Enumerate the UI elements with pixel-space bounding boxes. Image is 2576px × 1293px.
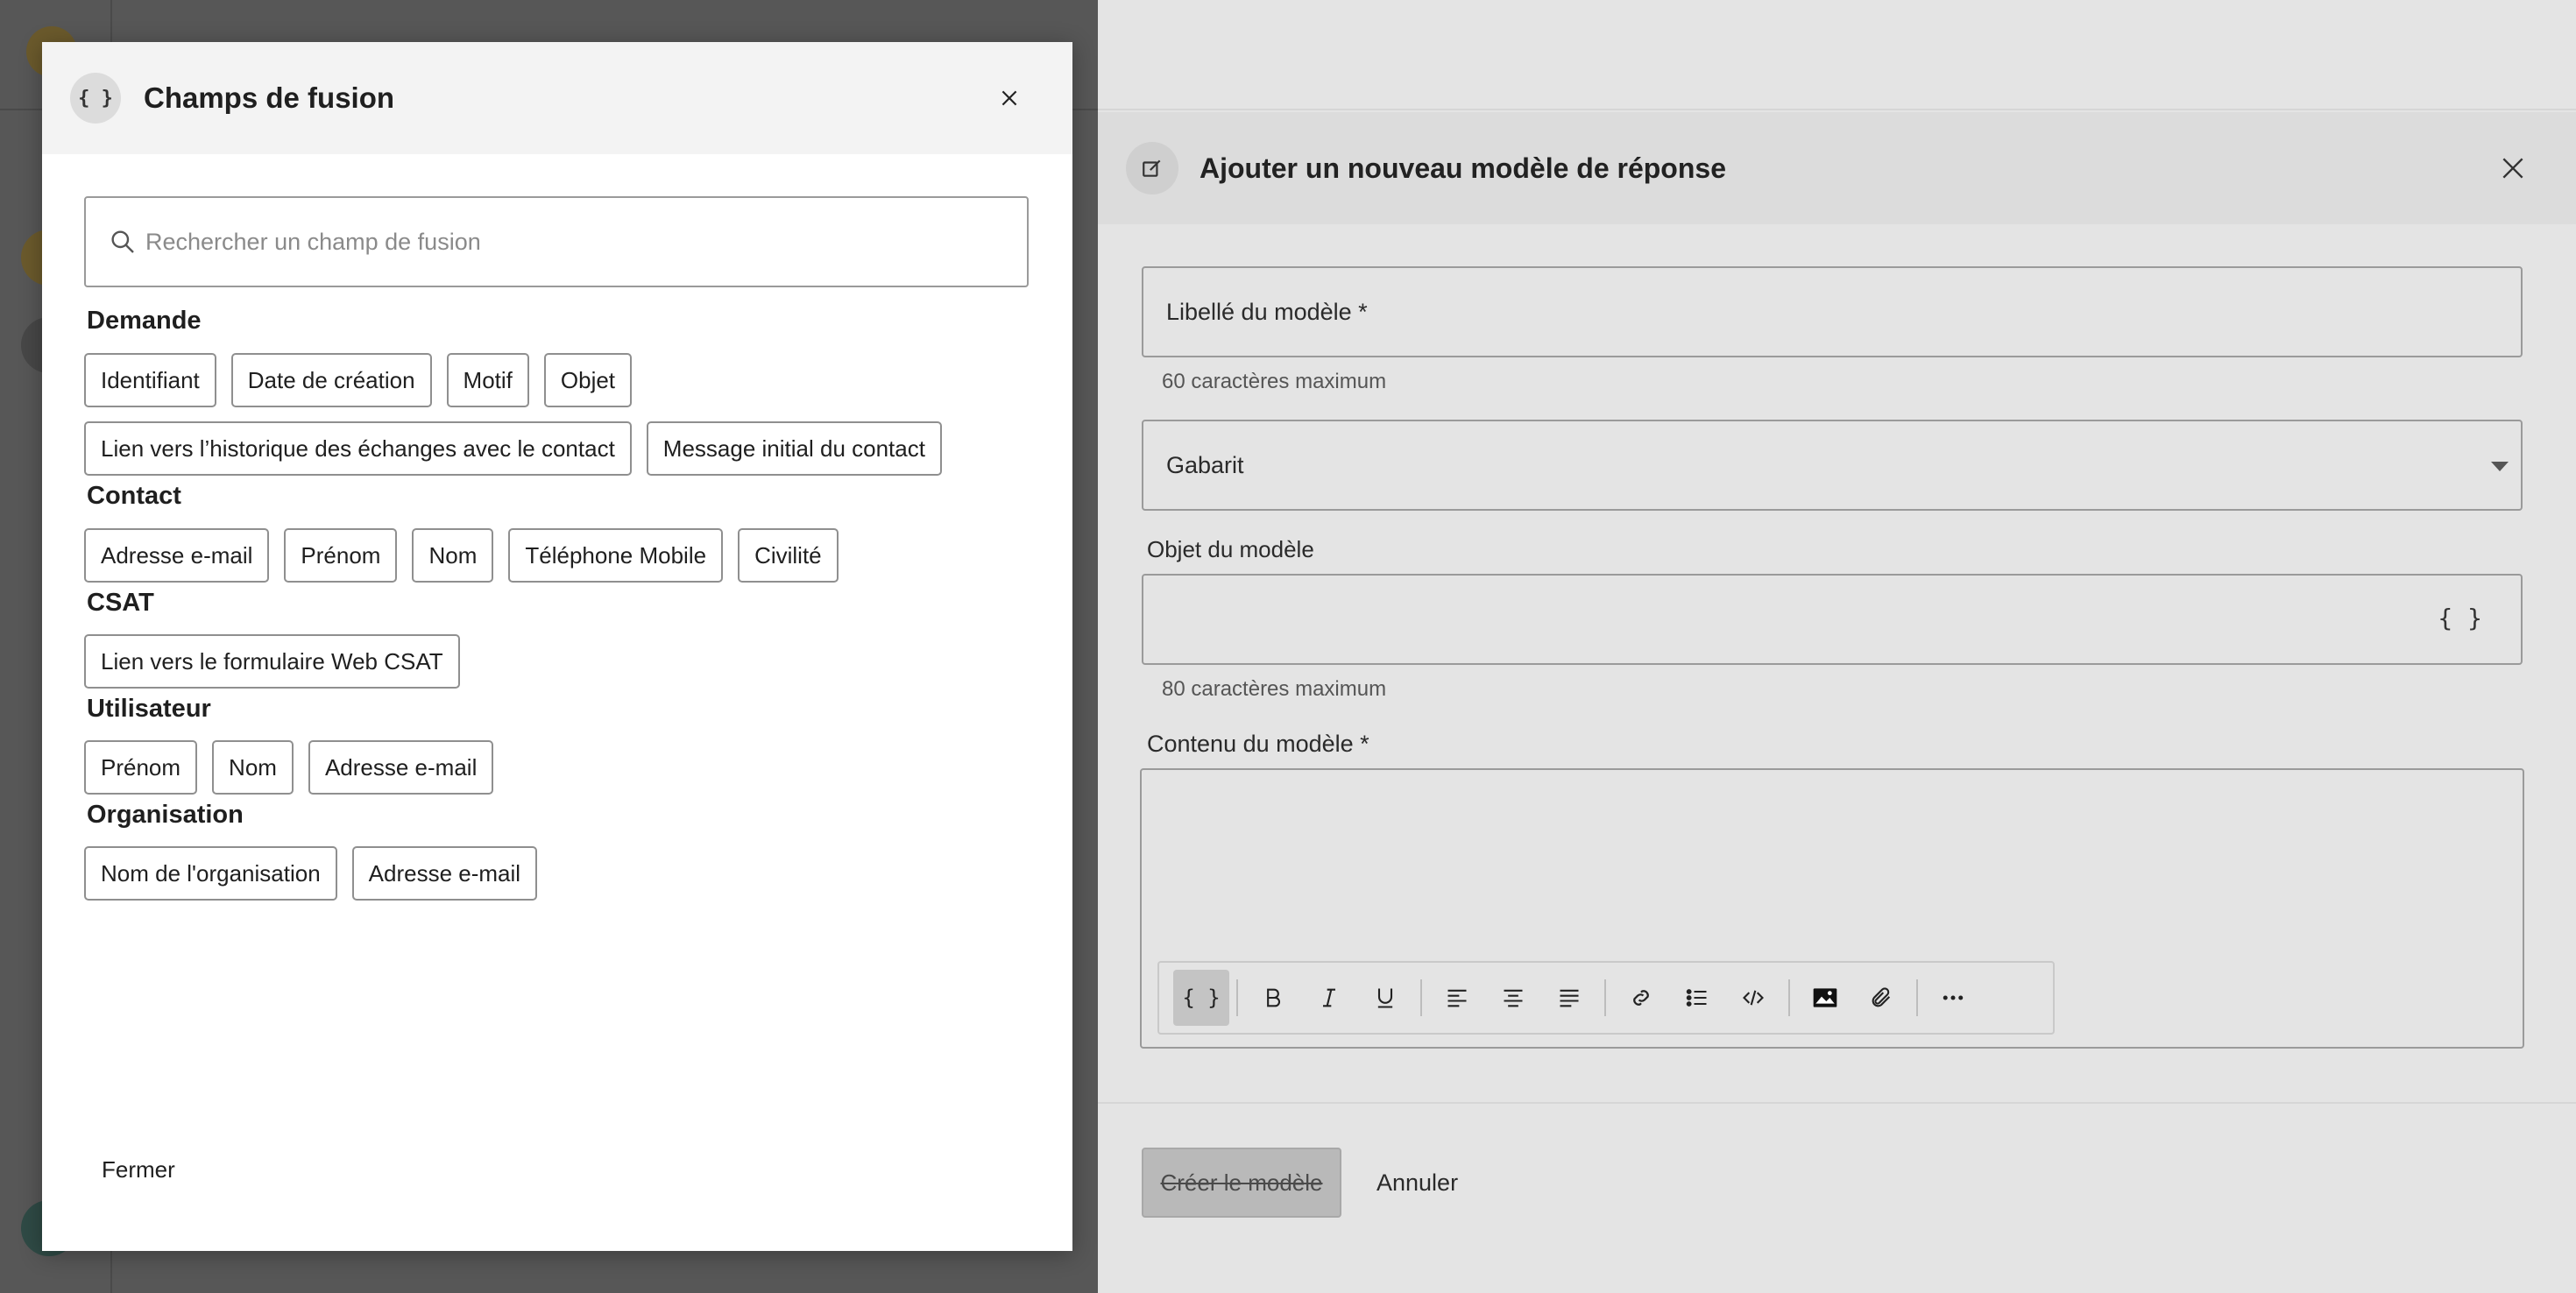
toolbar-divider — [1236, 979, 1238, 1016]
merge-field-chip[interactable]: Prénom — [84, 740, 198, 795]
chip-row: Lien vers le formulaire Web CSAT — [84, 634, 460, 689]
merge-field-search[interactable] — [84, 196, 1029, 287]
subject-char-limit: 80 caractères maximum — [1162, 677, 1387, 701]
search-icon — [111, 230, 134, 253]
merge-field-chip[interactable]: Nom — [212, 740, 294, 795]
more-icon[interactable] — [1925, 970, 1981, 1026]
merge-field-chip[interactable]: Lien vers le formulaire Web CSAT — [84, 634, 460, 689]
template-label-input[interactable]: Libellé du modèle * — [1142, 266, 2523, 357]
merge-field-chip[interactable]: Date de création — [230, 353, 432, 407]
new-template-drawer: Ajouter un nouveau modèle de réponse Lib… — [1098, 0, 2576, 1293]
cancel-button[interactable]: Annuler — [1376, 1148, 1458, 1218]
toolbar-divider — [1916, 979, 1918, 1016]
close-icon[interactable] — [992, 81, 1027, 116]
merge-field-chip[interactable]: Prénom — [284, 528, 398, 583]
section-title-contact: Contact — [87, 482, 181, 510]
modal-title: Champs de fusion — [144, 81, 395, 114]
section-title-organisation: Organisation — [87, 801, 244, 829]
align-center-icon[interactable] — [1485, 970, 1541, 1026]
underline-icon[interactable] — [1357, 970, 1413, 1026]
drawer-close-icon[interactable] — [2494, 149, 2532, 187]
template-label-placeholder: Libellé du modèle * — [1166, 298, 1368, 325]
content-label: Contenu du modèle * — [1147, 731, 1369, 757]
code-icon[interactable] — [1725, 970, 1781, 1026]
merge-field-chip[interactable]: Nom de l'organisation — [84, 846, 337, 901]
merge-field-chip[interactable]: Adresse e-mail — [84, 528, 270, 583]
merge-field-chip[interactable]: Lien vers l’historique des échanges avec… — [84, 421, 632, 476]
toolbar-divider — [1604, 979, 1606, 1016]
editor-toolbar: { } — [1157, 961, 2055, 1035]
italic-icon[interactable] — [1301, 970, 1357, 1026]
template-select[interactable]: Gabarit — [1142, 420, 2523, 511]
bold-icon[interactable] — [1245, 970, 1301, 1026]
modal-header: { } Champs de fusion — [42, 42, 1072, 154]
braces-icon[interactable]: { } — [1173, 970, 1229, 1026]
merge-field-chip[interactable]: Identifiant — [84, 353, 216, 407]
label-char-limit: 60 caractères maximum — [1162, 370, 1387, 393]
content-editor[interactable]: { } — [1140, 768, 2524, 1049]
create-template-button[interactable]: Créer le modèle — [1142, 1148, 1341, 1218]
subject-label: Objet du modèle — [1147, 536, 1314, 562]
toolbar-divider — [1788, 979, 1790, 1016]
merge-field-chip[interactable]: Téléphone Mobile — [508, 528, 724, 583]
chip-row: Nom de l'organisation Adresse e-mail — [84, 846, 538, 901]
chip-row: Prénom Nom Adresse e-mail — [84, 740, 494, 795]
toolbar-divider — [1420, 979, 1422, 1016]
template-select-value: Gabarit — [1166, 451, 1244, 478]
chip-row: Identifiant Date de création Motif Objet — [84, 353, 633, 407]
merge-field-chip[interactable]: Nom — [412, 528, 494, 583]
merge-field-chip[interactable]: Objet — [543, 353, 633, 407]
drawer-title: Ajouter un nouveau modèle de réponse — [1200, 152, 1726, 184]
merge-field-chip[interactable]: Civilité — [738, 528, 839, 583]
drawer-top-area — [1098, 0, 2576, 110]
drawer-header: Ajouter un nouveau modèle de réponse — [1098, 112, 2576, 224]
close-button[interactable]: Fermer — [102, 1156, 175, 1183]
footer-divider — [1098, 1102, 2576, 1104]
image-icon[interactable] — [1797, 970, 1853, 1026]
section-title-demande: Demande — [87, 307, 202, 335]
search-input[interactable] — [145, 228, 1004, 256]
merge-fields-icon[interactable]: { } — [2438, 604, 2482, 632]
link-icon[interactable] — [1613, 970, 1669, 1026]
merge-field-chip[interactable]: Message initial du contact — [646, 421, 942, 476]
chevron-down-icon — [2491, 462, 2509, 471]
chip-row: Adresse e-mail Prénom Nom Téléphone Mobi… — [84, 528, 839, 583]
align-right-icon[interactable] — [1541, 970, 1597, 1026]
section-title-csat: CSAT — [87, 589, 154, 617]
section-title-utilisateur: Utilisateur — [87, 695, 211, 723]
edit-template-icon — [1126, 142, 1178, 194]
bullet-list-icon[interactable] — [1669, 970, 1725, 1026]
chip-row: Lien vers l’historique des échanges avec… — [84, 421, 942, 476]
braces-icon: { } — [70, 73, 121, 124]
merge-field-chip[interactable]: Adresse e-mail — [308, 740, 494, 795]
merge-field-chip[interactable]: Motif — [446, 353, 529, 407]
merge-fields-modal: { } Champs de fusion Demande Identifiant… — [42, 42, 1072, 1251]
align-left-icon[interactable] — [1429, 970, 1485, 1026]
merge-field-chip[interactable]: Adresse e-mail — [351, 846, 538, 901]
attachment-icon[interactable] — [1853, 970, 1909, 1026]
subject-input[interactable]: { } — [1142, 574, 2523, 665]
